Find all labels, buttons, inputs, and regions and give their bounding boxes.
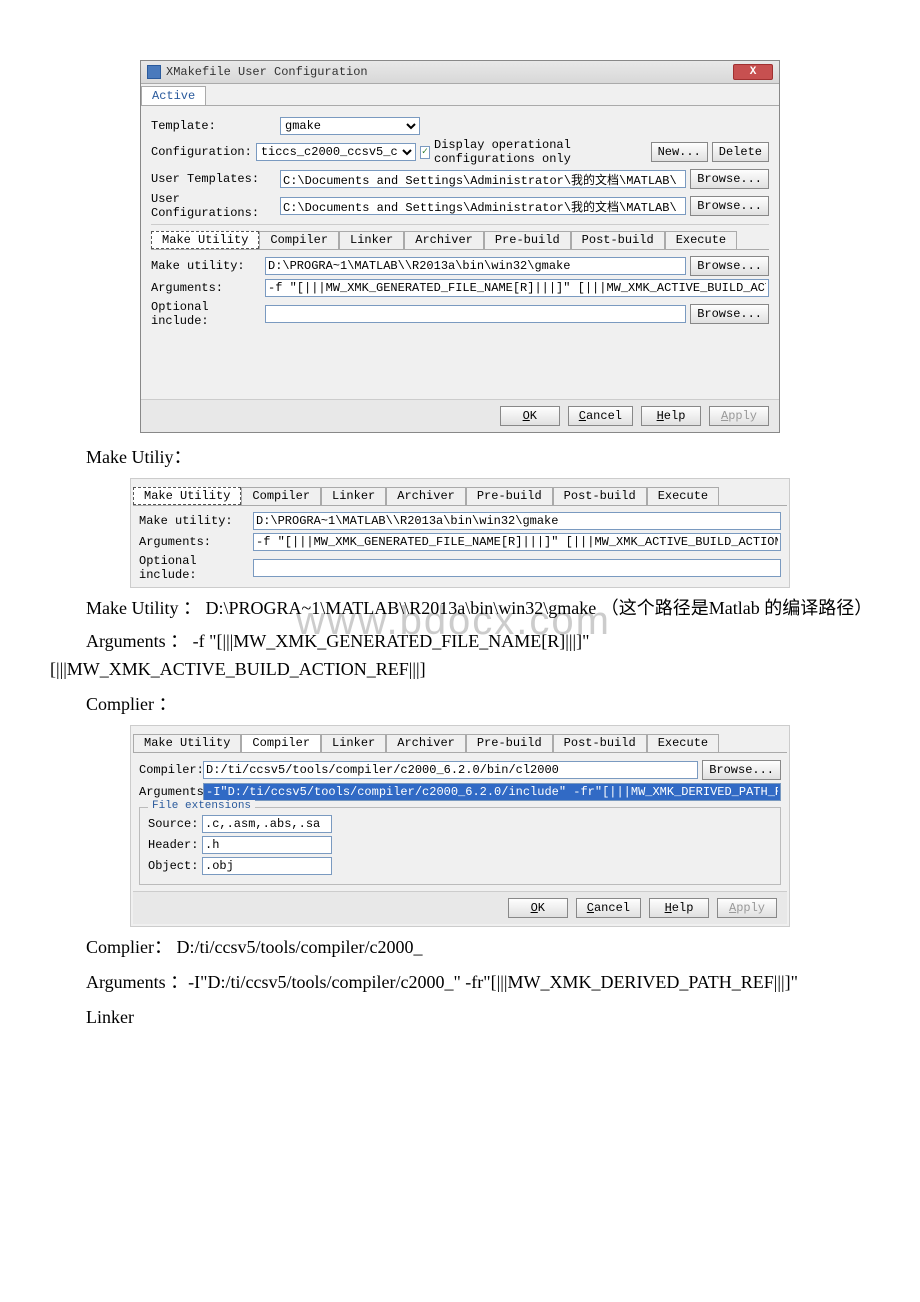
label-optional-include: Optional include:	[151, 300, 261, 328]
tab-pre-build[interactable]: Pre-build	[484, 231, 571, 249]
delete-button[interactable]: Delete	[712, 142, 769, 162]
label-compiler: Compiler:	[139, 763, 199, 777]
browse-templates-button[interactable]: Browse...	[690, 169, 769, 189]
label-object: Object:	[148, 859, 198, 873]
object-ext-input[interactable]	[202, 857, 332, 875]
text-arguments: Arguments ： -f "[|||MW_XMK_GENERATED_FIL…	[50, 627, 870, 685]
compiler-panel: Make Utility Compiler Linker Archiver Pr…	[130, 725, 790, 927]
ok-button[interactable]: OK	[500, 406, 560, 426]
text-make-utility-path: Make Utility ： D:\PROGRA~1\MATLAB\\R2013…	[50, 594, 870, 623]
configuration-select[interactable]: ticcs_c2000_ccsv5_clone	[256, 143, 416, 161]
close-icon[interactable]: X	[733, 64, 773, 80]
tab-execute[interactable]: Execute	[647, 487, 719, 505]
browse-optional-button[interactable]: Browse...	[690, 304, 769, 324]
tab-compiler[interactable]: Compiler	[241, 734, 321, 752]
label-source: Source:	[148, 817, 198, 831]
legend-file-extensions: File extensions	[148, 800, 255, 812]
label-configuration: Configuration:	[151, 145, 252, 159]
label-header: Header:	[148, 838, 198, 852]
tab-archiver[interactable]: Archiver	[386, 487, 466, 505]
tab-post-build[interactable]: Post-build	[553, 487, 647, 505]
label-arguments: Arguments:	[139, 535, 249, 549]
apply-button[interactable]: Apply	[709, 406, 769, 426]
tab-post-build[interactable]: Post-build	[571, 231, 665, 249]
new-button[interactable]: New...	[651, 142, 708, 162]
tab-active[interactable]: Active	[141, 86, 206, 105]
label-arguments: Arguments:	[139, 785, 199, 799]
tool-tabs: Make Utility Compiler Linker Archiver Pr…	[151, 231, 769, 250]
app-icon	[147, 65, 161, 79]
label-template: Template:	[151, 119, 276, 133]
tab-archiver[interactable]: Archiver	[386, 734, 466, 752]
help-button[interactable]: Help	[649, 898, 709, 918]
cancel-button[interactable]: Cancel	[576, 898, 641, 918]
tab-make-utility[interactable]: Make Utility	[133, 734, 241, 752]
window-title: XMakefile User Configuration	[166, 65, 733, 79]
label-make-utility: Make utility:	[139, 514, 249, 528]
tab-pre-build[interactable]: Pre-build	[466, 734, 553, 752]
browse-compiler-button[interactable]: Browse...	[702, 760, 781, 780]
make-utility-input[interactable]	[265, 257, 686, 275]
compiler-input[interactable]	[203, 761, 698, 779]
text-compiler-args: Arguments ：-I"D:/ti/ccsv5/tools/compiler…	[50, 968, 870, 997]
label-arguments: Arguments:	[151, 281, 261, 295]
heading-linker: Linker	[50, 1003, 870, 1032]
user-templates-input[interactable]	[280, 170, 686, 188]
optional-include-input[interactable]	[253, 559, 781, 577]
xmakefile-dialog: XMakefile User Configuration X Active Te…	[140, 60, 780, 433]
tab-post-build[interactable]: Post-build	[553, 734, 647, 752]
titlebar: XMakefile User Configuration X	[141, 61, 779, 84]
dialog-footer: OK Cancel Help Apply	[141, 399, 779, 432]
display-op-label: Display operational configurations only	[434, 138, 643, 166]
arguments-input[interactable]	[253, 533, 781, 551]
make-utility-input[interactable]	[253, 512, 781, 530]
tab-linker[interactable]: Linker	[321, 487, 386, 505]
label-optional-include: Optional include:	[139, 554, 249, 582]
make-utility-panel: Make Utility Compiler Linker Archiver Pr…	[130, 478, 790, 588]
tab-make-utility[interactable]: Make Utility	[133, 487, 241, 505]
heading-compiler: Complier ：	[50, 690, 870, 719]
heading-make-utility: Make Utiliy：	[50, 443, 870, 472]
tab-linker[interactable]: Linker	[339, 231, 404, 249]
text-compiler-path: Complier： D:/ti/ccsv5/tools/compiler/c20…	[50, 933, 870, 962]
help-button[interactable]: Help	[641, 406, 701, 426]
tab-make-utility[interactable]: Make Utility	[151, 231, 259, 249]
tab-compiler[interactable]: Compiler	[241, 487, 321, 505]
browse-config-button[interactable]: Browse...	[690, 196, 769, 216]
compiler-arguments-input[interactable]	[203, 783, 781, 801]
header-ext-input[interactable]	[202, 836, 332, 854]
user-config-input[interactable]	[280, 197, 686, 215]
ok-button[interactable]: OK	[508, 898, 568, 918]
apply-button[interactable]: Apply	[717, 898, 777, 918]
display-op-checkbox[interactable]: ✓	[420, 146, 430, 159]
tab-pre-build[interactable]: Pre-build	[466, 487, 553, 505]
source-ext-input[interactable]	[202, 815, 332, 833]
page-tabs: Active	[141, 84, 779, 106]
label-user-configurations: User Configurations:	[151, 192, 276, 220]
cancel-button[interactable]: Cancel	[568, 406, 633, 426]
arguments-input[interactable]	[265, 279, 769, 297]
tab-execute[interactable]: Execute	[647, 734, 719, 752]
label-user-templates: User Templates:	[151, 172, 276, 186]
file-extensions-group: File extensions Source: Header: Object:	[139, 807, 781, 885]
tab-compiler[interactable]: Compiler	[259, 231, 339, 249]
compiler-footer: OK Cancel Help Apply	[133, 891, 787, 924]
tab-linker[interactable]: Linker	[321, 734, 386, 752]
browse-make-button[interactable]: Browse...	[690, 256, 769, 276]
optional-include-input[interactable]	[265, 305, 686, 323]
tab-archiver[interactable]: Archiver	[404, 231, 484, 249]
label-make-utility: Make utility:	[151, 259, 261, 273]
tab-execute[interactable]: Execute	[665, 231, 737, 249]
template-select[interactable]: gmake	[280, 117, 420, 135]
